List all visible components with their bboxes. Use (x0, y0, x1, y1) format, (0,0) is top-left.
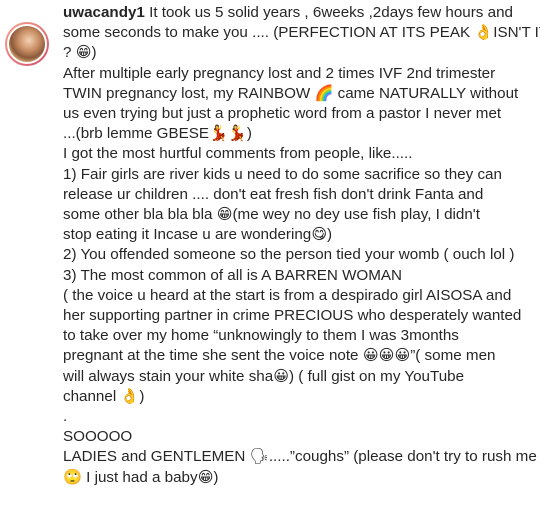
caption-line: . (63, 408, 68, 426)
caption-line: LADIES and GENTLEMEN 🗣.....”coughs” (ple… (63, 448, 537, 466)
instagram-post: uwacandy1 It took us 5 solid years , 6we… (0, 0, 540, 525)
caption-line: some other bla bla bla 😁(me wey no dey u… (63, 206, 480, 224)
caption-line: TWIN pregnancy lost, my RAINBOW 🌈 came N… (63, 84, 519, 102)
caption-line: to take over my home “unknowingly to the… (63, 327, 459, 345)
caption-line: channel 👌) (63, 387, 145, 405)
caption-line: I got the most hurtful comments from peo… (63, 145, 413, 163)
caption-line: us even trying but just a prophetic word… (63, 105, 502, 123)
caption-line: SOOOOO (63, 428, 133, 446)
caption-line: pregnant at the time she sent the voice … (63, 347, 496, 365)
caption-line: ( the voice u heard at the start is from… (63, 286, 512, 304)
caption-line: After multiple early pregnancy lost and … (63, 64, 496, 82)
caption-line: 🙄 I just had a baby😁) (63, 468, 219, 486)
caption-line: will always stain your white sha😀) ( ful… (63, 367, 465, 385)
post-caption: uwacandy1 It took us 5 solid years , 6we… (63, 3, 540, 488)
caption-line: stop eating it Incase u are wondering😋) (63, 226, 333, 244)
caption-line: 2) You offended someone so the person ti… (63, 246, 515, 264)
caption-line: some seconds to make you .... (PERFECTIO… (63, 24, 540, 42)
caption-line: her supporting partner in crime PRECIOUS… (63, 307, 522, 325)
avatar-image (7, 24, 47, 64)
caption-line: ? 😁) (63, 44, 97, 62)
caption-line: uwacandy1 It took us 5 solid years , 6we… (63, 3, 536, 23)
caption-line: ...(brb lemme GBESE💃💃) (63, 125, 252, 143)
caption-line: 3) The most common of all is A BARREN WO… (63, 266, 402, 284)
profile-avatar[interactable] (5, 22, 49, 66)
caption-text: It took us 5 solid years , 6weeks ,2days… (144, 4, 513, 21)
caption-line: 1) Fair girls are river kids u need to d… (63, 165, 502, 183)
username-link[interactable]: uwacandy1 (63, 4, 145, 21)
caption-line: release ur children .... don't eat fresh… (63, 185, 484, 203)
